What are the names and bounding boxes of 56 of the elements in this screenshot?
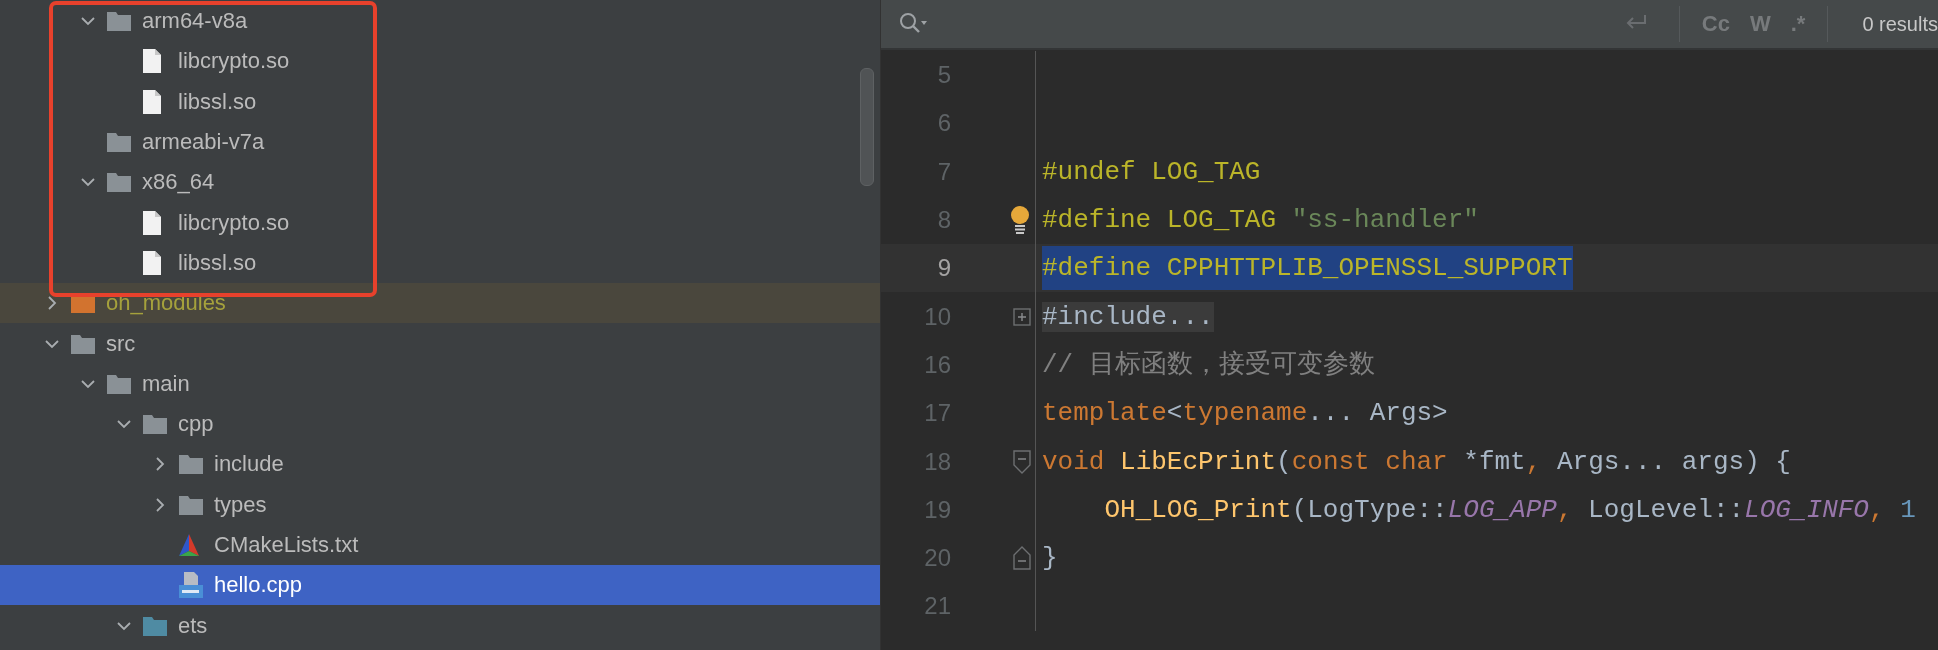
- tree-item[interactable]: include: [0, 444, 880, 485]
- code-file-icon: [178, 571, 204, 600]
- folder-icon: [142, 614, 168, 637]
- line-number: 8: [936, 206, 951, 235]
- file-icon: [142, 48, 162, 75]
- line-number: 5: [936, 61, 951, 90]
- code-line: template<typename... Args>: [1042, 397, 1448, 431]
- folder-icon: [178, 453, 204, 476]
- tree-item[interactable]: src: [0, 323, 880, 364]
- results-count: 0 results: [1861, 12, 1938, 36]
- line-number: 10: [923, 302, 951, 331]
- folder-icon: [70, 332, 96, 355]
- tree-item[interactable]: libssl.so: [0, 242, 880, 284]
- tree-item[interactable]: hello.cpp: [0, 565, 880, 606]
- tree-item[interactable]: main: [0, 363, 880, 404]
- lightbulb-icon[interactable]: [1009, 205, 1031, 236]
- tree-item[interactable]: types: [0, 484, 880, 525]
- file-icon: [142, 88, 162, 115]
- tree-item[interactable]: x86_64: [0, 162, 880, 203]
- folder-icon: [106, 10, 132, 33]
- triangle-icon: [178, 533, 200, 557]
- folder-icon: [142, 413, 168, 436]
- code-line: #define LOG_TAG "ss-handler": [1042, 204, 1479, 238]
- file-icon: [142, 249, 162, 276]
- tree-item[interactable]: libssl.so: [0, 81, 880, 122]
- fold-end-icon[interactable]: [1013, 546, 1031, 571]
- folder-icon: [106, 171, 132, 194]
- folder-icon: [178, 493, 204, 516]
- tree-item[interactable]: arm64-v8a: [0, 1, 880, 42]
- line-number: 20: [923, 544, 951, 573]
- line-number: 21: [923, 592, 951, 621]
- line-number: 19: [923, 495, 951, 524]
- tree-item[interactable]: libcrypto.so: [0, 41, 880, 82]
- tree-item[interactable]: CMakeLists.txt: [0, 524, 880, 566]
- tree-item[interactable]: libcrypto.so: [0, 202, 880, 243]
- folder-icon: [106, 131, 132, 154]
- expand-fold-icon[interactable]: [1013, 307, 1031, 326]
- code-line: }: [1042, 542, 1058, 576]
- line-number: 16: [923, 350, 951, 379]
- tree-item[interactable]: cpp: [0, 403, 880, 445]
- code-line: OH_LOG_Print(LogType::LOG_APP, LogLevel::LOG_INFO, 1: [1103, 493, 1916, 527]
- scrollbar-thumb[interactable]: [860, 68, 874, 186]
- file-icon: [142, 209, 162, 236]
- line-number: 17: [923, 399, 951, 428]
- tree-item[interactable]: ets: [0, 605, 880, 646]
- collapse-fold-icon[interactable]: [1013, 449, 1031, 474]
- code-line: // 目标函数，接受可变参数: [1042, 348, 1375, 382]
- tree-item[interactable]: armeabi-v7a: [0, 121, 880, 163]
- code-line: #undef LOG_TAG: [1042, 155, 1261, 189]
- line-number: 18: [923, 447, 951, 476]
- tree-item[interactable]: oh_modules: [0, 283, 880, 324]
- line-number: 9: [936, 254, 951, 283]
- folder-icon: [106, 372, 132, 395]
- line-number: 6: [936, 109, 951, 138]
- code-line: void LibEcPrint(const char *fmt, Args... args) {: [1042, 445, 1791, 479]
- line-number: 7: [936, 157, 951, 186]
